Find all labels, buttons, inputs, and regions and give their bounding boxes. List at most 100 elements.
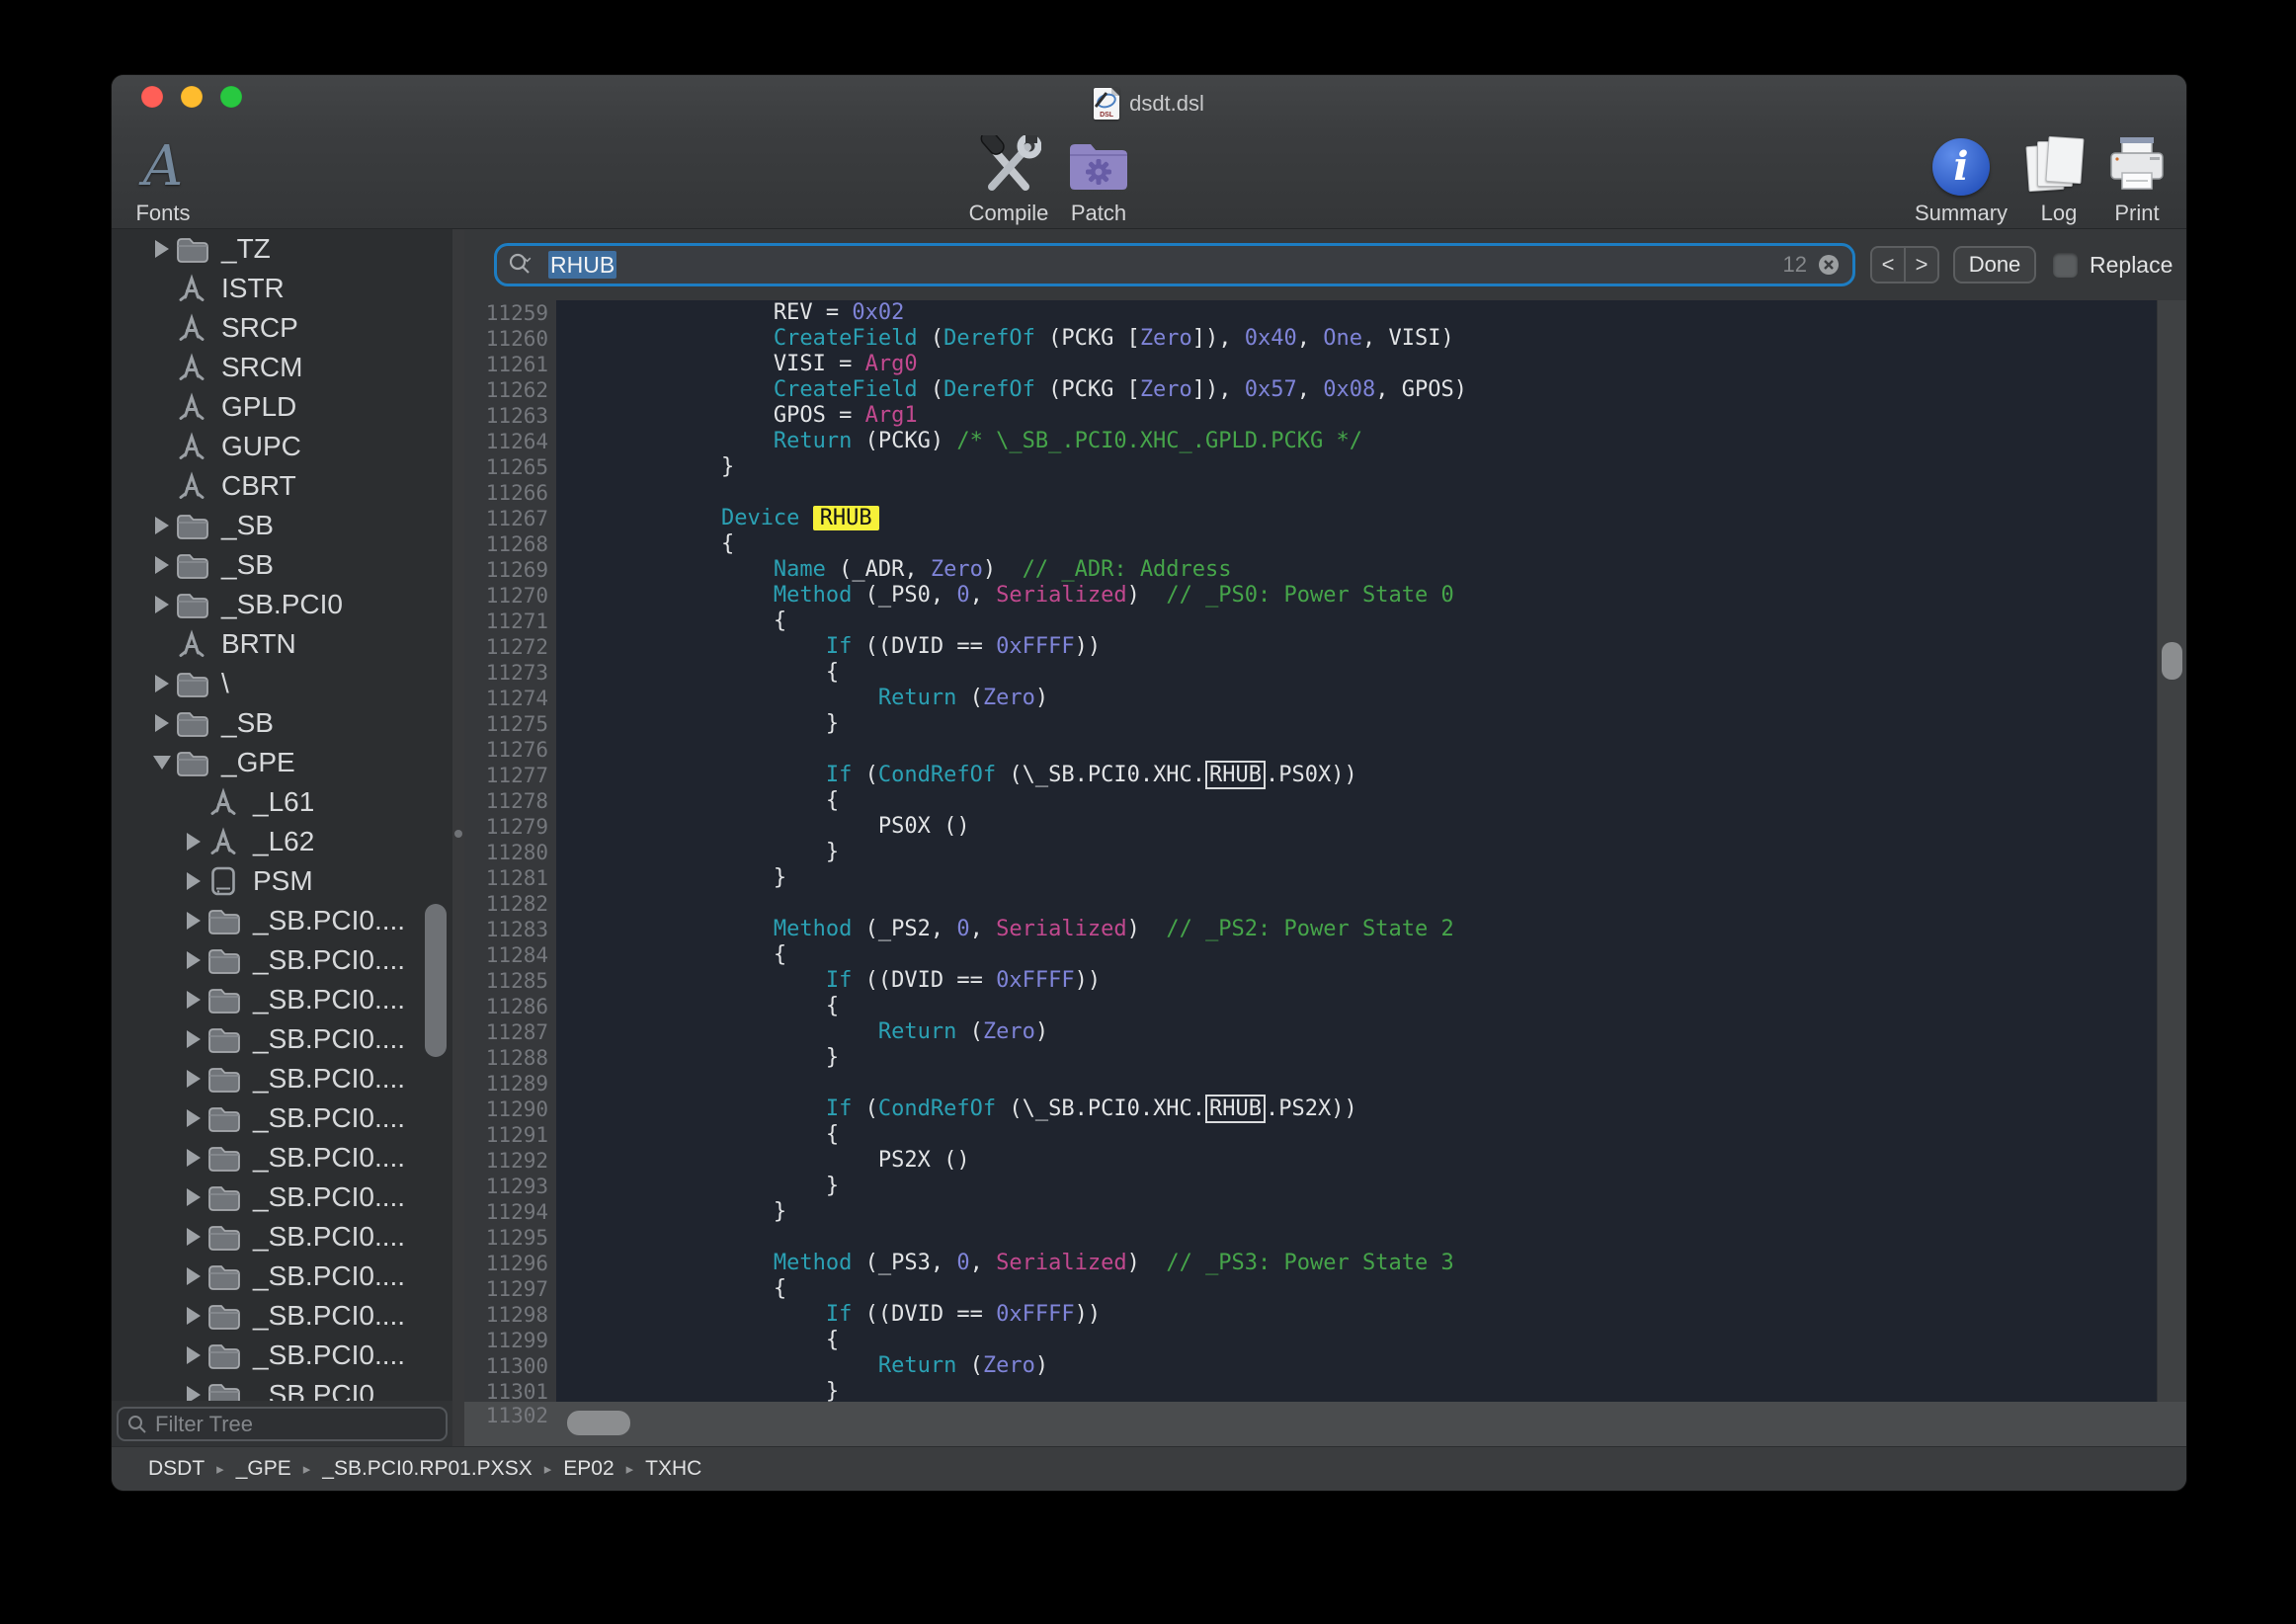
disclosure-triangle-icon[interactable]: [183, 1149, 205, 1167]
find-input[interactable]: RHUB 12: [494, 243, 1855, 286]
tree-item-label: _L61: [253, 786, 314, 818]
breadcrumb-segment[interactable]: EP02: [563, 1457, 614, 1481]
tree-item-istr[interactable]: ISTR: [112, 269, 452, 308]
tree-item-_sbpci0[interactable]: _SB.PCI0....: [112, 1177, 452, 1217]
code-editor[interactable]: 11259 REV = 0x0211260 CreateField (Deref…: [464, 300, 2157, 1402]
disclosure-triangle-icon[interactable]: [183, 1386, 205, 1401]
search-menu-icon[interactable]: [509, 253, 538, 277]
line-number: 11297: [464, 1276, 556, 1302]
folder-icon: [205, 1224, 242, 1251]
compile-button[interactable]: Compile: [959, 135, 1058, 226]
disclosure-triangle-icon[interactable]: [151, 596, 173, 613]
breadcrumb-separator-icon: ▸: [303, 1460, 311, 1478]
summary-button[interactable]: i Summary: [1904, 135, 2018, 226]
disclosure-triangle-icon[interactable]: [183, 1188, 205, 1206]
breadcrumb-segment[interactable]: TXHC: [645, 1457, 701, 1481]
disclosure-triangle-icon[interactable]: [151, 714, 173, 732]
disclosure-triangle-icon[interactable]: [151, 240, 173, 258]
editor-horizontal-scrollbar[interactable]: 11302: [464, 1402, 2186, 1446]
tree-item-brtn[interactable]: BRTN: [112, 624, 452, 664]
code-line: 11297 {: [464, 1276, 2157, 1302]
tree-item-_sbpci0[interactable]: _SB.PCI0....: [112, 1098, 452, 1138]
sidebar-scrollbar-thumb[interactable]: [425, 904, 447, 1057]
tree-item-_sbpci0[interactable]: _SB.PCI0....: [112, 1217, 452, 1257]
tree-item-gpld[interactable]: GPLD: [112, 387, 452, 427]
disclosure-triangle-icon[interactable]: [151, 756, 173, 770]
tree-item-_gpe[interactable]: _GPE: [112, 743, 452, 782]
disclosure-triangle-icon[interactable]: [151, 675, 173, 692]
fonts-button[interactable]: A Fonts: [125, 135, 201, 226]
tree-item-_sb[interactable]: _SB: [112, 506, 452, 545]
tree-item-_sbpci0[interactable]: _SB.PCI0....: [112, 1019, 452, 1059]
code-text: {: [556, 660, 839, 686]
line-number: 11281: [464, 865, 556, 891]
match-count: 12: [1783, 252, 1807, 278]
replace-checkbox[interactable]: [2053, 253, 2078, 278]
breadcrumb-separator-icon: ▸: [216, 1460, 224, 1478]
tree-item-_sbpci0[interactable]: _SB.PCI0....: [112, 901, 452, 940]
editor-vertical-scrollbar[interactable]: [2157, 300, 2186, 1402]
folder-icon: [173, 513, 210, 539]
tree-item-srcp[interactable]: SRCP: [112, 308, 452, 348]
disclosure-triangle-icon[interactable]: [183, 1030, 205, 1048]
line-number: 11263: [464, 403, 556, 429]
tree-item-_sbpci0[interactable]: _SB.PCI0....: [112, 1296, 452, 1336]
code-text: Method (_PS0, 0, Serialized) // _PS0: Po…: [556, 583, 1454, 609]
acpi-tree[interactable]: _TZISTRSRCPSRCMGPLDGUPCCBRT_SB_SB_SB.PCI…: [112, 229, 452, 1401]
disclosure-triangle-icon[interactable]: [183, 872, 205, 890]
disclosure-triangle-icon[interactable]: [183, 1267, 205, 1285]
tree-item-srcm[interactable]: SRCM: [112, 348, 452, 387]
tree-item-_sbpci0[interactable]: _SB.PCI0....: [112, 1257, 452, 1296]
done-button[interactable]: Done: [1953, 246, 2036, 284]
disclosure-triangle-icon[interactable]: [183, 951, 205, 969]
folder-icon: [205, 1263, 242, 1290]
tree-item-_tz[interactable]: _TZ: [112, 229, 452, 269]
tree-item-[interactable]: \: [112, 664, 452, 703]
disclosure-triangle-icon[interactable]: [183, 1307, 205, 1325]
tree-item-_l61[interactable]: _L61: [112, 782, 452, 822]
tree-item-_sbpci0[interactable]: _SB.PCI0....: [112, 980, 452, 1019]
tree-item-_sb[interactable]: _SB: [112, 545, 452, 585]
code-line: 11270 Method (_PS0, 0, Serialized) // _P…: [464, 583, 2157, 609]
disclosure-triangle-icon[interactable]: [183, 991, 205, 1009]
horizontal-scroll-thumb[interactable]: [567, 1411, 630, 1435]
disclosure-triangle-icon[interactable]: [183, 1228, 205, 1246]
tree-item-psm[interactable]: PSM: [112, 861, 452, 901]
find-next-button[interactable]: >: [1906, 248, 1937, 282]
tree-item-_sbpci0[interactable]: _SB.PCI0: [112, 585, 452, 624]
print-button[interactable]: Print: [2099, 135, 2174, 226]
title-bar: DSL dsdt.dsl: [112, 75, 2186, 131]
title-group: DSL dsdt.dsl: [112, 75, 2186, 131]
disclosure-triangle-icon[interactable]: [151, 517, 173, 534]
split-divider[interactable]: [452, 229, 464, 1446]
find-previous-button[interactable]: <: [1872, 248, 1906, 282]
tree-item-_sb[interactable]: _SB: [112, 703, 452, 743]
disclosure-triangle-icon[interactable]: [183, 912, 205, 930]
tree-item-_sbpci0[interactable]: _SB.PCI0....: [112, 940, 452, 980]
tree-item-label: _SB.PCI0....: [253, 1300, 405, 1332]
tree-item-_sbpci0[interactable]: _SB.PCI0....: [112, 1138, 452, 1177]
disclosure-triangle-icon[interactable]: [183, 1346, 205, 1364]
screen: DSL dsdt.dsl A Fonts: [0, 0, 2296, 1624]
tree-item-gupc[interactable]: GUPC: [112, 427, 452, 466]
info-icon: i: [1932, 138, 1990, 196]
code-line: 11274 Return (Zero): [464, 686, 2157, 711]
disclosure-triangle-icon[interactable]: [183, 833, 205, 851]
tree-item-_l62[interactable]: _L62: [112, 822, 452, 861]
tree-item-_sbpci0[interactable]: _SB.PCI0....: [112, 1336, 452, 1375]
breadcrumb-segment[interactable]: _SB.PCI0.RP01.PXSX: [322, 1457, 532, 1481]
disclosure-triangle-icon[interactable]: [183, 1070, 205, 1088]
tree-item-cbrt[interactable]: CBRT: [112, 466, 452, 506]
disclosure-triangle-icon[interactable]: [183, 1109, 205, 1127]
tree-item-_sbpci0[interactable]: _SB.PCI0: [112, 1375, 452, 1401]
filter-tree-input[interactable]: Filter Tree: [117, 1407, 448, 1441]
tree-item-_sbpci0[interactable]: _SB.PCI0....: [112, 1059, 452, 1098]
breadcrumb-segment[interactable]: _GPE: [236, 1457, 291, 1481]
code-text: }: [556, 711, 839, 737]
breadcrumb-segment[interactable]: DSDT: [148, 1457, 205, 1481]
disclosure-triangle-icon[interactable]: [151, 556, 173, 574]
vertical-scroll-thumb[interactable]: [2162, 642, 2182, 680]
log-button[interactable]: Log: [2026, 135, 2091, 226]
patch-button[interactable]: Patch: [1062, 135, 1135, 226]
clear-search-icon[interactable]: [1817, 253, 1841, 277]
